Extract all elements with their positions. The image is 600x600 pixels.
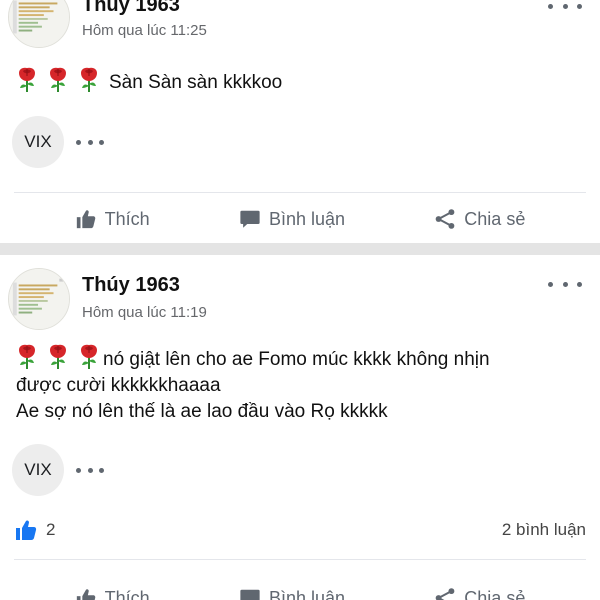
comment-label: Bình luận [268,208,346,229]
comment-button[interactable]: Bình luận [239,208,345,230]
feed-separator [0,243,600,255]
more-tags-icon[interactable] [76,467,104,473]
post-content: Sàn Sàn sàn kkkkoo [16,67,584,96]
post-content: nó giật lên cho ae Fomo múc kkkk không n… [16,344,584,425]
post-timestamp[interactable]: Hôm qua lúc 11:25 [82,22,207,39]
like-label: Thích [104,587,150,600]
share-button[interactable]: Chia sẻ [434,208,525,230]
post-text-line: nó giật lên cho ae Fomo múc kkkk không n… [103,349,490,370]
share-button[interactable]: Chia sẻ [434,587,525,600]
post-text-line: Sàn Sàn sàn kkkkoo [109,72,283,93]
divider [14,559,586,560]
action-bar: Thích Bình luận Chia sẻ [0,572,600,600]
more-tags-icon[interactable] [76,139,104,145]
post-text-line: Ae sợ nó lên thế là ae lao đầu vào Rọ kk… [16,401,388,422]
share-icon [434,587,456,600]
reaction-summary[interactable]: 2 [14,518,55,542]
post-timestamp[interactable]: Hôm qua lúc 11:19 [82,304,207,321]
more-options-icon[interactable] [548,274,582,294]
comment-icon [239,587,261,600]
comment-count[interactable]: 2 bình luận [502,520,586,540]
post-author[interactable]: Thúy 1963 [82,274,180,297]
post-author[interactable]: Thúy 1963 [82,0,180,17]
tag-row: VIX [12,444,104,496]
comment-label: Bình luận [268,587,346,600]
share-label: Chia sẻ [464,587,526,600]
like-label: Thích [104,208,150,229]
like-button[interactable]: Thích [75,587,150,600]
thumbs-up-icon [75,587,97,600]
reaction-count: 2 [46,520,56,539]
comment-button[interactable]: Bình luận [239,587,345,600]
rose-emoji [78,67,100,93]
more-options-icon[interactable] [548,0,582,16]
avatar[interactable] [8,268,70,330]
rose-emoji [16,344,38,370]
rose-emoji [16,67,38,93]
rose-emoji [47,344,69,370]
post-text-line: được cười kkkkkkhaaaa [16,375,221,396]
comment-icon [239,208,261,230]
rose-emoji [78,344,100,370]
avatar[interactable] [8,0,70,48]
action-bar: Thích Bình luận Chia sẻ [0,193,600,245]
share-icon [434,208,456,230]
rose-emoji [47,67,69,93]
thumbs-up-icon [75,208,97,230]
share-label: Chia sẻ [464,208,526,229]
reactions-row: 2 2 bình luận [14,518,586,542]
tag-row: VIX [12,116,104,168]
post: Thúy 1963 Hôm qua lúc 11:19 nó giật lên … [0,258,600,600]
like-reaction-icon [14,518,38,542]
like-button[interactable]: Thích [75,208,150,230]
post: Thúy 1963 Hôm qua lúc 11:25 Sàn Sàn sàn … [0,0,600,245]
stock-tag-vix[interactable]: VIX [12,444,64,496]
post-text-line-wrap: nó giật lên cho ae Fomo múc kkkk không n… [16,344,584,373]
stock-tag-vix[interactable]: VIX [12,116,64,168]
